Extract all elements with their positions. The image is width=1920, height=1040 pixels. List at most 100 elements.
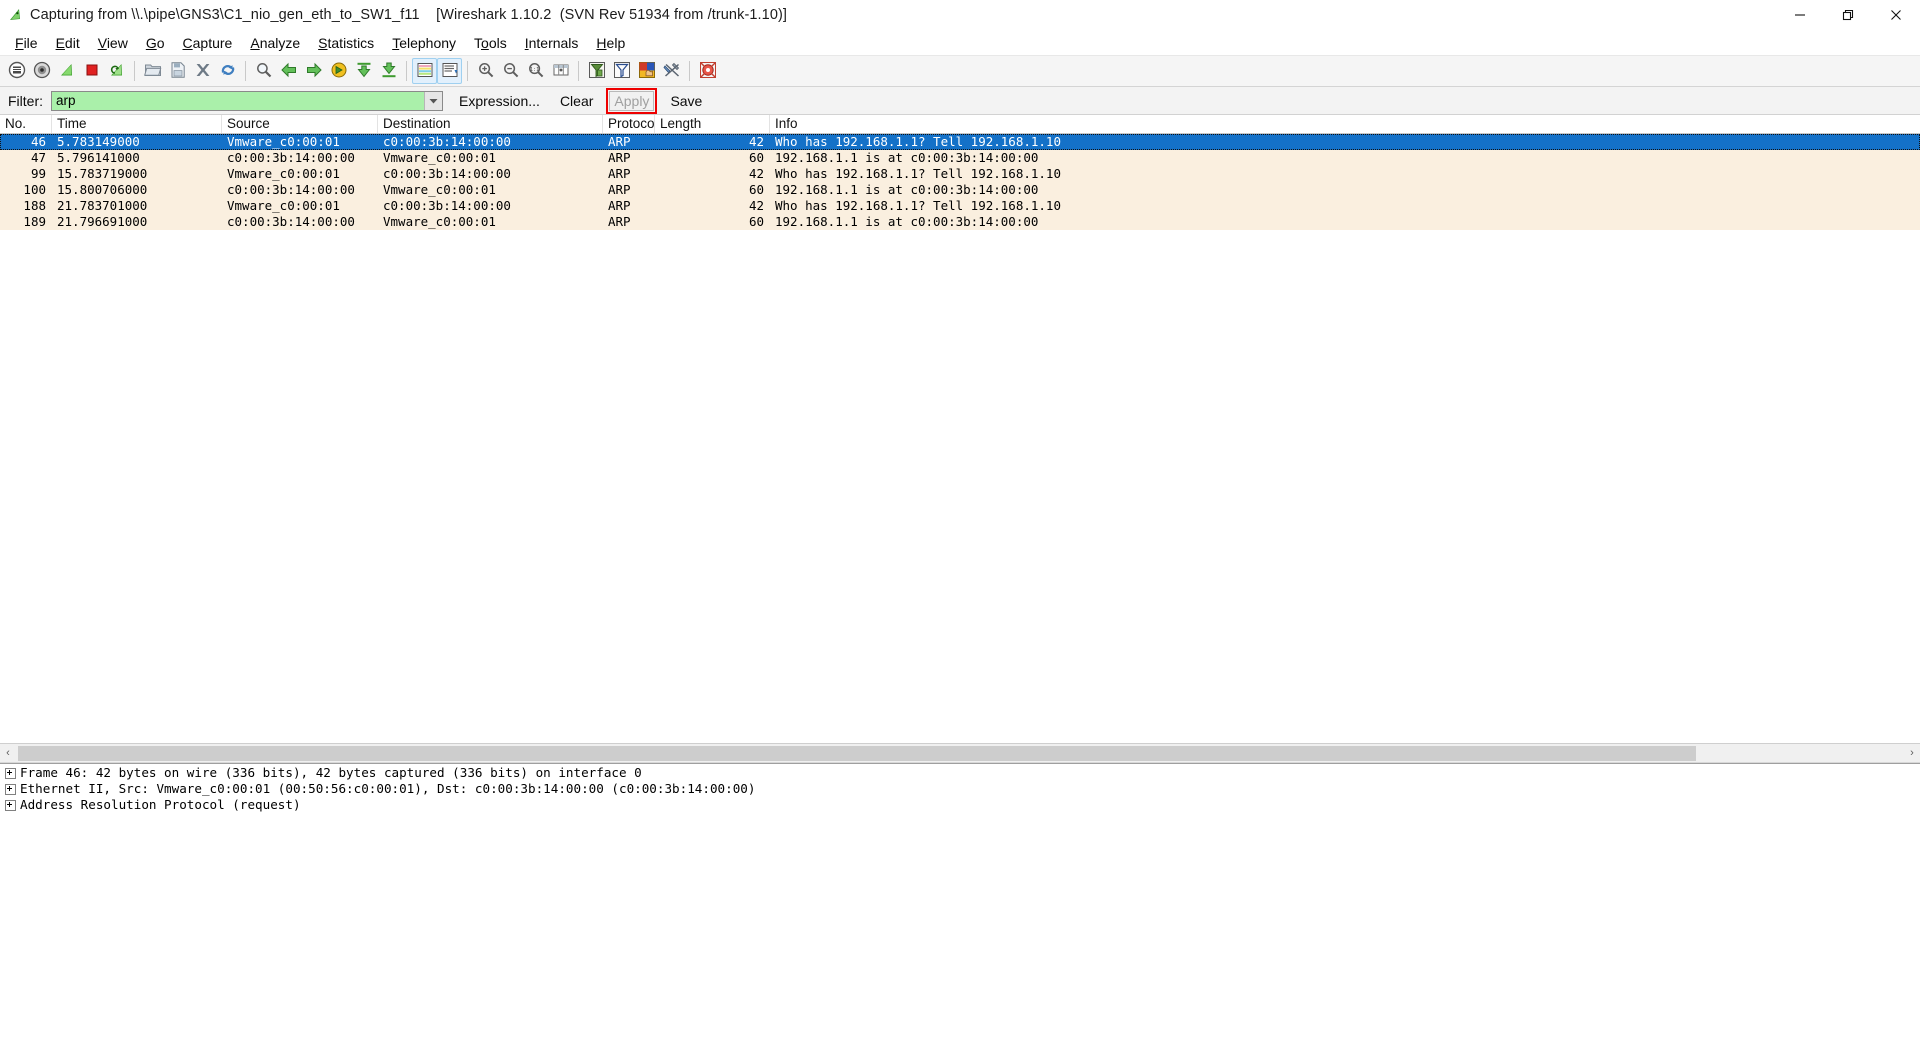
go-to-last-packet-button[interactable]: [376, 58, 401, 84]
menu-view[interactable]: View: [89, 32, 137, 54]
chevron-down-icon[interactable]: [424, 91, 442, 110]
interfaces-button[interactable]: [4, 58, 29, 84]
maximize-restore-button[interactable]: [1824, 0, 1872, 30]
colorize-packets-icon: [416, 61, 434, 82]
minimize-button[interactable]: [1776, 0, 1824, 30]
packet-row[interactable]: 47 5.796141000 c0:00:3b:14:00:00 Vmware_c0:…: [0, 150, 1920, 166]
capture-filters-button[interactable]: [584, 58, 609, 84]
zoom-out-button[interactable]: [498, 58, 523, 84]
menu-capture[interactable]: Capture: [174, 32, 242, 54]
scroll-left-arrow-icon[interactable]: ‹: [0, 745, 16, 762]
menu-mnemonic: A: [250, 35, 260, 51]
expand-plus-icon[interactable]: [5, 799, 16, 811]
menu-internals[interactable]: Internals: [516, 32, 588, 54]
packet-cell-no: 189: [23, 214, 46, 229]
go-to-packet-button[interactable]: [326, 58, 351, 84]
detail-tree-item[interactable]: Address Resolution Protocol (request): [0, 797, 1920, 813]
detail-tree-item[interactable]: Frame 46: 42 bytes on wire (336 bits), 4…: [0, 765, 1920, 781]
toolbar-separator: [689, 61, 690, 81]
go-back-button[interactable]: [276, 58, 301, 84]
packet-cell-info: Who has 192.168.1.1? Tell 192.168.1.10: [775, 198, 1061, 213]
reload-file-button[interactable]: [215, 58, 240, 84]
column-header-info[interactable]: Info: [770, 115, 1920, 133]
packet-cell-source: c0:00:3b:14:00:00: [227, 182, 355, 197]
close-button[interactable]: [1872, 0, 1920, 30]
menu-statistics[interactable]: Statistics: [309, 32, 383, 54]
packet-list-header[interactable]: No. Time Source Destination Protocol Length In…: [0, 115, 1920, 134]
go-to-first-packet-button[interactable]: [351, 58, 376, 84]
wireshark-shark-fin-icon: [8, 7, 24, 23]
help-contents-icon: [699, 61, 717, 82]
packet-cell-source: c0:00:3b:14:00:00: [227, 214, 355, 229]
resize-columns-icon: [552, 61, 570, 82]
save-file-button[interactable]: [165, 58, 190, 84]
menu-go[interactable]: Go: [137, 32, 174, 54]
menu-mnemonic: E: [55, 35, 65, 51]
filter-save-button[interactable]: Save: [666, 92, 706, 110]
column-header-time[interactable]: Time: [52, 115, 222, 133]
packet-list-pane[interactable]: No. Time Source Destination Protocol Length In…: [0, 115, 1920, 744]
scroll-right-arrow-icon[interactable]: ›: [1904, 745, 1920, 762]
display-filters-icon: [613, 61, 631, 82]
go-forward-button[interactable]: [301, 58, 326, 84]
column-header-destination[interactable]: Destination: [378, 115, 603, 133]
toolbar-separator: [467, 61, 468, 81]
menu-analyze[interactable]: Analyze: [241, 32, 309, 54]
start-capture-button[interactable]: [54, 58, 79, 84]
packet-cell-time: 15.800706000: [57, 182, 148, 197]
packet-row[interactable]: 46 5.783149000 Vmware_c0:00:01 c0:00:3b:14:…: [0, 134, 1920, 150]
column-header-source[interactable]: Source: [222, 115, 378, 133]
packet-list-body[interactable]: 46 5.783149000 Vmware_c0:00:01 c0:00:3b:14:…: [0, 134, 1920, 743]
display-filter-bar: Filter: Expression... Clear Apply Save: [0, 87, 1920, 115]
menu-telephony[interactable]: Telephony: [383, 32, 465, 54]
auto-scroll-button[interactable]: [437, 58, 462, 84]
column-header-no[interactable]: No.: [0, 115, 52, 133]
open-file-button[interactable]: [140, 58, 165, 84]
capture-filters-icon: [588, 61, 606, 82]
main-toolbar: 1:1: [0, 56, 1920, 87]
packet-cell-destination: c0:00:3b:14:00:00: [383, 134, 511, 149]
zoom-reset-button[interactable]: 1:1: [523, 58, 548, 84]
zoom-in-button[interactable]: [473, 58, 498, 84]
close-file-button[interactable]: [190, 58, 215, 84]
preferences-button[interactable]: [659, 58, 684, 84]
packet-cell-time: 5.796141000: [57, 150, 140, 165]
column-header-protocol[interactable]: Protocol: [603, 115, 655, 133]
packet-details-pane[interactable]: Frame 46: 42 bytes on wire (336 bits), 4…: [0, 763, 1920, 1040]
capture-options-button[interactable]: [29, 58, 54, 84]
packet-cell-time: 21.796691000: [57, 214, 148, 229]
menu-help[interactable]: Help: [587, 32, 634, 54]
menu-edit[interactable]: Edit: [47, 32, 89, 54]
filter-input[interactable]: [52, 91, 424, 110]
filter-expression-button[interactable]: Expression...: [455, 92, 544, 110]
packet-row[interactable]: 188 21.783701000 Vmware_c0:00:01 c0:00:3b:1…: [0, 198, 1920, 214]
colorize-packets-button[interactable]: [412, 58, 437, 84]
expand-plus-icon[interactable]: [5, 783, 16, 795]
menu-tools[interactable]: Tools: [465, 32, 516, 54]
restart-capture-button[interactable]: [104, 58, 129, 84]
filter-combobox[interactable]: [51, 90, 443, 111]
scrollbar-track[interactable]: [16, 744, 1904, 762]
packet-row[interactable]: 100 15.800706000 c0:00:3b:14:00:00 Vmware_c…: [0, 182, 1920, 198]
coloring-rules-button[interactable]: [634, 58, 659, 84]
packet-row[interactable]: 189 21.796691000 c0:00:3b:14:00:00 Vmware_c…: [0, 214, 1920, 230]
detail-tree-item[interactable]: Ethernet II, Src: Vmware_c0:00:01 (00:50…: [0, 781, 1920, 797]
display-filters-button[interactable]: [609, 58, 634, 84]
help-contents-button[interactable]: [695, 58, 720, 84]
resize-columns-button[interactable]: [548, 58, 573, 84]
packet-cell-destination: Vmware_c0:00:01: [383, 150, 496, 165]
find-packet-button[interactable]: [251, 58, 276, 84]
menu-file[interactable]: File: [6, 32, 47, 54]
column-header-length[interactable]: Length: [655, 115, 770, 133]
packet-cell-destination: c0:00:3b:14:00:00: [383, 166, 511, 181]
packet-list-horizontal-scrollbar[interactable]: ‹ ›: [0, 744, 1920, 763]
packet-cell-info: Who has 192.168.1.1? Tell 192.168.1.10: [775, 166, 1061, 181]
filter-clear-button[interactable]: Clear: [556, 92, 597, 110]
expand-plus-icon[interactable]: [5, 767, 16, 779]
stop-capture-button[interactable]: [79, 58, 104, 84]
scrollbar-thumb[interactable]: [18, 745, 1696, 761]
packet-row[interactable]: 99 15.783719000 Vmware_c0:00:01 c0:00:3b:14…: [0, 166, 1920, 182]
filter-apply-button[interactable]: Apply: [606, 87, 658, 114]
menu-mnemonic: C: [182, 35, 193, 51]
restart-capture-icon: [108, 61, 126, 82]
